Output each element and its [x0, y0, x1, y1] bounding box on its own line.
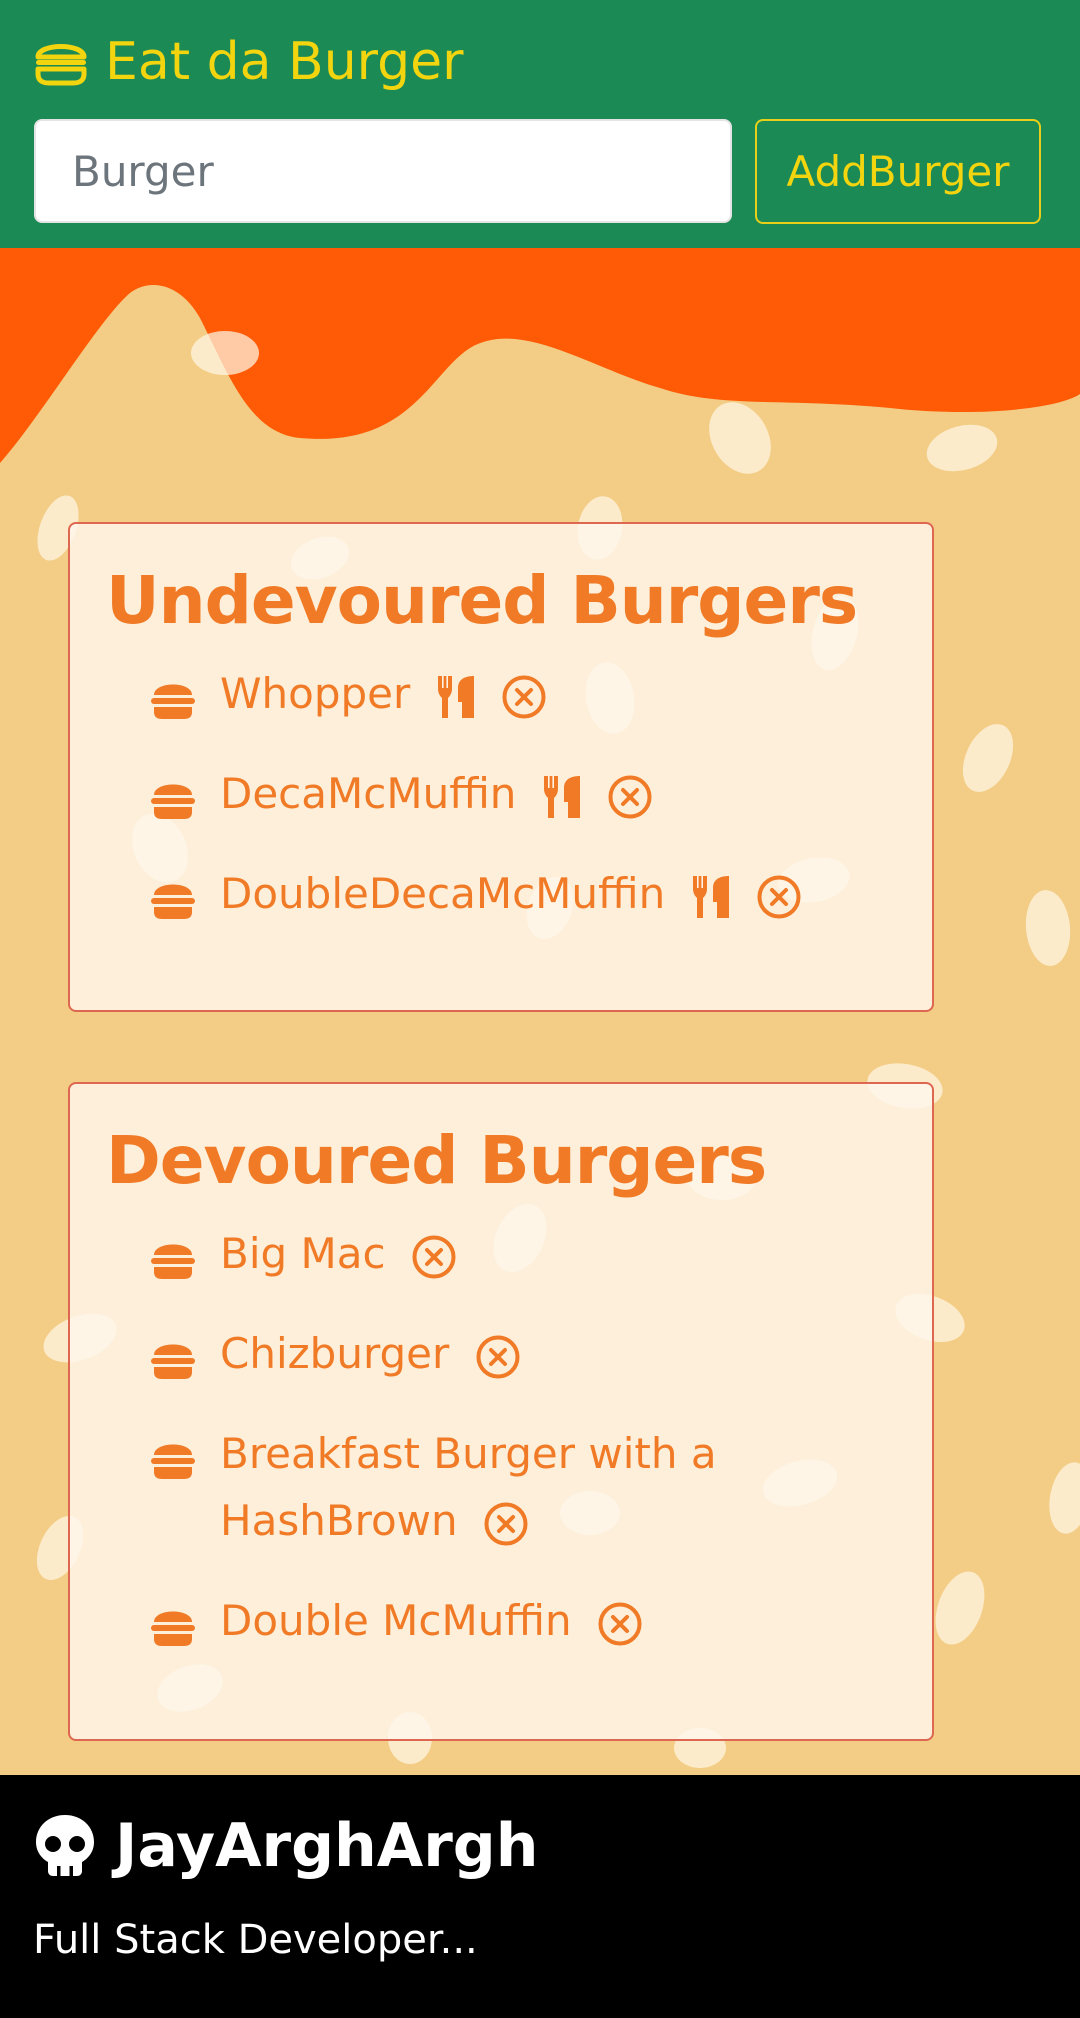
- delete-button[interactable]: [475, 1334, 521, 1380]
- top-navbar: Eat da Burger AddBurger: [0, 0, 1080, 248]
- burger-name: Breakfast Burger with a HashBrown: [220, 1429, 717, 1545]
- burger-name: DecaMcMuffin: [220, 769, 517, 818]
- times-circle-icon: [484, 1502, 528, 1545]
- utensils-icon: [437, 675, 474, 718]
- brand-link[interactable]: Eat da Burger: [33, 30, 464, 94]
- delete-button[interactable]: [411, 1234, 457, 1280]
- devoured-burgers-card: Devoured Burgers Big Mac Chizburger Brea…: [68, 1082, 934, 1741]
- hamburger-icon: [150, 672, 196, 739]
- burger-name: Big Mac: [220, 1229, 386, 1278]
- burger-item: Breakfast Burger with a HashBrown: [150, 1420, 780, 1554]
- burger-item: Double McMuffin: [150, 1587, 902, 1654]
- hamburger-icon: [150, 772, 196, 839]
- times-circle-icon: [608, 775, 652, 818]
- undevoured-burgers-card: Undevoured Burgers Whopper DecaMcMuffin: [68, 522, 934, 1012]
- burger-outline-icon: [35, 44, 87, 86]
- times-circle-icon: [476, 1335, 520, 1378]
- delete-button[interactable]: [756, 874, 802, 920]
- burger-item: Chizburger: [150, 1320, 902, 1387]
- footer-name-text: JayArghArgh: [115, 1811, 539, 1881]
- skull-icon: [36, 1815, 94, 1876]
- burger-name: Double McMuffin: [220, 1596, 572, 1645]
- hamburger-icon: [150, 1432, 196, 1499]
- times-circle-icon: [502, 675, 546, 718]
- burger-name: Chizburger: [220, 1329, 450, 1378]
- burger-name: DoubleDecaMcMuffin: [220, 869, 666, 918]
- times-circle-icon: [412, 1235, 456, 1278]
- burger-item: Big Mac: [150, 1220, 902, 1287]
- delete-button[interactable]: [501, 674, 547, 720]
- undevoured-title: Undevoured Burgers: [106, 562, 858, 639]
- delete-button[interactable]: [483, 1501, 529, 1547]
- brand-title: Eat da Burger: [105, 32, 464, 92]
- times-circle-icon: [598, 1602, 642, 1645]
- undevoured-list: Whopper DecaMcMuffin DoubleDecaMcMuffin: [150, 660, 902, 960]
- burger-item: Whopper: [150, 660, 902, 727]
- burger-item: DecaMcMuffin: [150, 760, 902, 827]
- devour-button[interactable]: [542, 774, 582, 820]
- page-footer: JayArghArgh Full Stack Developer...: [0, 1775, 1080, 2018]
- times-circle-icon: [757, 875, 801, 918]
- delete-button[interactable]: [607, 774, 653, 820]
- devoured-list: Big Mac Chizburger Breakfast Burger with…: [150, 1220, 902, 1687]
- devour-button[interactable]: [436, 674, 476, 720]
- sauce-drip: [0, 248, 1080, 463]
- footer-author: JayArghArgh: [33, 1811, 538, 1881]
- hamburger-icon: [150, 1232, 196, 1299]
- burger-name: Whopper: [220, 669, 411, 718]
- burger-name-input[interactable]: [34, 119, 732, 223]
- footer-tagline: Full Stack Developer...: [33, 1917, 478, 1963]
- add-burger-button[interactable]: AddBurger: [755, 119, 1041, 224]
- utensils-icon: [543, 775, 580, 818]
- burger-item: DoubleDecaMcMuffin: [150, 860, 902, 927]
- delete-button[interactable]: [597, 1601, 643, 1647]
- hamburger-icon: [150, 1332, 196, 1399]
- hamburger-icon: [150, 872, 196, 939]
- devoured-title: Devoured Burgers: [106, 1122, 767, 1199]
- utensils-icon: [692, 875, 729, 918]
- hamburger-icon: [150, 1599, 196, 1666]
- devour-button[interactable]: [691, 874, 731, 920]
